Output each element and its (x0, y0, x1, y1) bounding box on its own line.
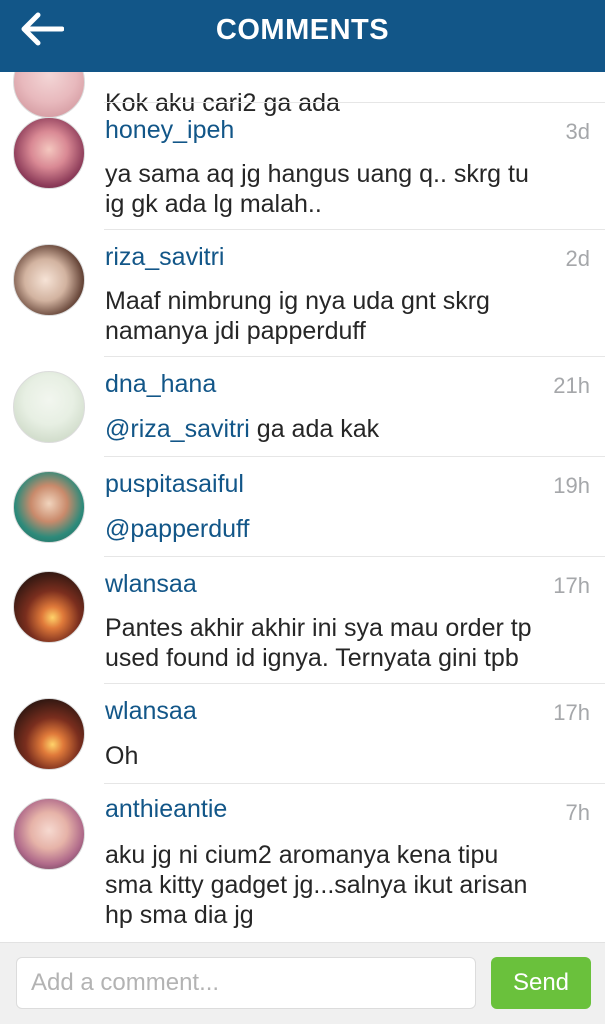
comment-input[interactable] (16, 957, 476, 1009)
comment-time: 17h (553, 573, 590, 598)
comment-item: honey_ipeh 3d ya sama aq jg hangus uang … (0, 103, 605, 229)
avatar[interactable] (13, 244, 85, 316)
comment-time: 3d (565, 119, 590, 144)
comment-text: Pantes akhir akhir ini sya mau order tp … (105, 614, 532, 672)
comment-item: wlansaa 17h Oh (0, 684, 605, 783)
comment-text: ya sama aq jg hangus uang q.. skrg tu ig… (105, 160, 529, 218)
comment-item: puspitasaiful 19h @papperduff (0, 457, 605, 556)
top-bar: COMMENTS (0, 0, 605, 72)
avatar[interactable] (13, 571, 85, 643)
comments-list[interactable]: Kok aku cari2 ga ada honey_ipeh 3d ya sa… (0, 0, 605, 942)
send-button[interactable]: Send (491, 957, 591, 1009)
avatar[interactable] (13, 371, 85, 443)
avatar[interactable] (13, 798, 85, 870)
comment-username[interactable]: wlansaa (105, 569, 197, 599)
comment-username[interactable]: dna_hana (105, 369, 216, 399)
comment-time: 2d (565, 246, 590, 271)
comment-username[interactable]: honey_ipeh (105, 115, 234, 145)
comment-time: 21h (553, 373, 590, 398)
mention-link[interactable]: @papperduff (105, 515, 249, 543)
comment-username[interactable]: anthieantie (105, 794, 227, 824)
comment-username[interactable]: riza_savitri (105, 242, 224, 272)
comment-username[interactable]: wlansaa (105, 696, 197, 726)
comment-time: 19h (553, 473, 590, 498)
avatar[interactable] (13, 471, 85, 543)
page-title: COMMENTS (215, 14, 390, 46)
comment-item: dna_hana 21h @riza_savitri ga ada kak (0, 357, 605, 456)
avatar[interactable] (13, 117, 85, 189)
comment-text: @riza_savitri ga ada kak (105, 415, 380, 443)
mention-link[interactable]: @riza_savitri (105, 415, 250, 443)
comment-item: wlansaa 17h Pantes akhir akhir ini sya m… (0, 557, 605, 683)
comment-username[interactable]: puspitasaiful (105, 469, 244, 499)
comment-time: 17h (553, 700, 590, 725)
comment-text: Oh (105, 742, 139, 770)
comment-time: 7h (565, 800, 590, 825)
comment-compose-bar: Send (0, 942, 605, 1024)
comment-text: @papperduff (105, 514, 595, 544)
comment-item: riza_savitri 2d Maaf nimbrung ig nya uda… (0, 230, 605, 356)
avatar[interactable] (13, 698, 85, 770)
comment-item: anthieantie 7h aku jg ni cium2 aromanya … (0, 784, 605, 942)
comment-text: aku jg ni cium2 aromanya kena tipu sma k… (105, 841, 528, 929)
comment-text: Maaf nimbrung ig nya uda gnt skrg namany… (105, 287, 490, 345)
